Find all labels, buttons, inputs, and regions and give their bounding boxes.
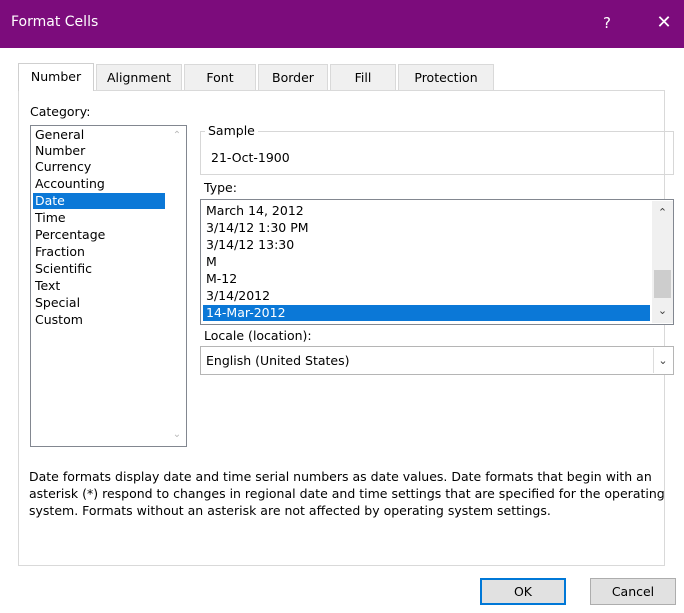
tab-number[interactable]: Number xyxy=(18,63,94,91)
close-icon[interactable]: ✕ xyxy=(652,11,676,35)
category-scroll-up-icon[interactable]: ⌃ xyxy=(171,130,183,142)
category-item-scientific[interactable]: Scientific xyxy=(33,261,165,277)
tab-font[interactable]: Font xyxy=(184,64,256,90)
title-bar: Format Cells ? ✕ xyxy=(0,0,684,48)
category-item-text[interactable]: Text xyxy=(33,278,165,294)
category-item-time[interactable]: Time xyxy=(33,210,165,226)
chevron-down-icon[interactable]: ⌄ xyxy=(653,348,672,373)
type-item[interactable]: March 14, 2012 xyxy=(203,203,650,219)
sample-label: Sample xyxy=(205,123,258,138)
tab-protection[interactable]: Protection xyxy=(398,64,494,90)
type-item[interactable]: 3/14/12 1:30 PM xyxy=(203,220,650,236)
category-item-number[interactable]: Number xyxy=(33,143,165,159)
sample-value: 21-Oct-1900 xyxy=(211,150,290,165)
dialog-title: Format Cells xyxy=(11,14,99,30)
category-scroll-down-icon[interactable]: ⌄ xyxy=(171,429,183,441)
type-scroll-down-icon[interactable]: ⌄ xyxy=(656,305,669,317)
locale-value: English (United States) xyxy=(206,353,350,368)
locale-label: Locale (location): xyxy=(204,328,312,343)
category-item-date[interactable]: Date xyxy=(33,193,165,209)
type-scrollbar[interactable]: ⌃ ⌄ xyxy=(652,201,673,323)
tab-border[interactable]: Border xyxy=(258,64,328,90)
type-item[interactable]: 3/14/2012 xyxy=(203,288,650,304)
category-item-custom[interactable]: Custom xyxy=(33,312,165,328)
help-icon[interactable]: ? xyxy=(596,12,618,34)
type-scroll-up-icon[interactable]: ⌃ xyxy=(656,207,669,219)
category-item-percentage[interactable]: Percentage xyxy=(33,227,165,243)
type-item[interactable]: 3/14/12 13:30 xyxy=(203,237,650,253)
category-list[interactable]: General Number Currency Accounting Date … xyxy=(30,125,187,447)
category-item-currency[interactable]: Currency xyxy=(33,159,165,175)
cancel-button[interactable]: Cancel xyxy=(590,578,676,605)
locale-dropdown[interactable]: English (United States) ⌄ xyxy=(200,346,674,375)
category-item-fraction[interactable]: Fraction xyxy=(33,244,165,260)
type-item[interactable]: M-12 xyxy=(203,271,650,287)
category-item-general[interactable]: General xyxy=(33,127,165,143)
type-list[interactable]: March 14, 2012 3/14/12 1:30 PM 3/14/12 1… xyxy=(200,199,674,325)
type-label: Type: xyxy=(204,180,237,195)
category-item-special[interactable]: Special xyxy=(33,295,165,311)
type-scroll-thumb[interactable] xyxy=(654,270,671,298)
category-item-accounting[interactable]: Accounting xyxy=(33,176,165,192)
format-description: Date formats display date and time seria… xyxy=(29,469,665,518)
category-label: Category: xyxy=(30,104,91,119)
tab-alignment[interactable]: Alignment xyxy=(96,64,182,90)
type-item[interactable]: M xyxy=(203,254,650,270)
type-item-selected[interactable]: 14-Mar-2012 xyxy=(203,305,650,321)
ok-button[interactable]: OK xyxy=(480,578,566,605)
tab-fill[interactable]: Fill xyxy=(330,64,396,90)
